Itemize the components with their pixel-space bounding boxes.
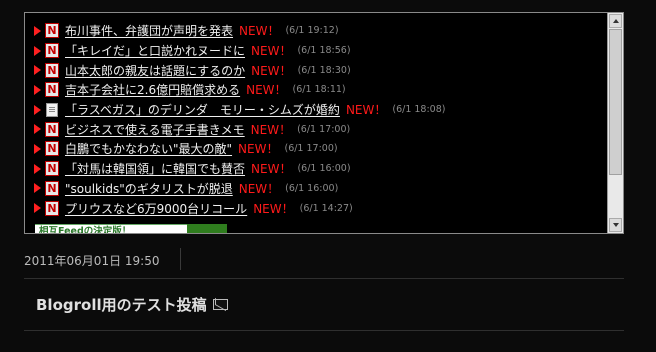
feed-item[interactable]: N 「対馬は韓国領」に韓国でも賛否 NEW！ (6/1 16:00): [34, 159, 603, 179]
feed-item-link[interactable]: "soulkids"のギタリストが脱退: [65, 180, 233, 197]
feed-item-link[interactable]: プリウスなど6万9000台リコール: [65, 200, 247, 217]
new-badge: NEW！: [238, 181, 280, 196]
n-icon: N: [45, 23, 59, 39]
bullet-arrow-icon: [34, 143, 41, 154]
feed-item[interactable]: N 布川事件、弁護団が声明を発表 NEW！ (6/1 19:12): [34, 21, 603, 41]
feed-list: N 布川事件、弁護団が声明を発表 NEW！ (6/1 19:12) N 「キレイだ」と口説…: [34, 21, 603, 218]
feed-item-timestamp: (6/1 18:11): [292, 84, 346, 96]
new-badge: NEW！: [251, 63, 292, 78]
divider: [24, 278, 624, 279]
feed-item[interactable]: N "soulkids"のギタリストが脱退 NEW！ (6/1 16:00): [34, 179, 603, 199]
feed-item[interactable]: 「ラスベガス」のデリンダ モリー・シムズが婚約 NEW！ (6/1 18:08): [34, 100, 603, 120]
scroll-thumb[interactable]: [609, 29, 622, 175]
n-icon: N: [45, 43, 59, 59]
feed-item-link[interactable]: 山本太郎の親友は話題にするのか: [65, 62, 245, 79]
feed-item-timestamp: (6/1 16:00): [285, 182, 339, 194]
mail-icon[interactable]: [212, 299, 228, 310]
bullet-arrow-icon: [34, 65, 41, 76]
feed-item-timestamp: (6/1 16:00): [297, 163, 351, 175]
new-badge: NEW！: [246, 83, 287, 98]
new-badge: NEW！: [253, 201, 294, 216]
feed-item-timestamp: (6/1 18:56): [297, 45, 351, 57]
feed-item[interactable]: N 吉本子会社に2.6億円賠償求める NEW！ (6/1 18:11): [34, 80, 603, 100]
n-icon: N: [45, 141, 59, 157]
feed-item-link[interactable]: ビジネスで使える電子手書きメモ: [65, 121, 245, 138]
feed-item-link[interactable]: 吉本子会社に2.6億円賠償求める: [65, 81, 240, 98]
bullet-arrow-icon: [34, 163, 41, 174]
feed-item-timestamp: (6/1 17:00): [284, 143, 338, 155]
feed-item[interactable]: N 白鵬でもかなわない"最大の敵" NEW！ (6/1 17:00): [34, 139, 603, 159]
n-icon: N: [45, 161, 59, 177]
feed-item-link[interactable]: 白鵬でもかなわない"最大の敵": [65, 140, 232, 157]
feed-item-timestamp: (6/1 19:12): [285, 25, 339, 37]
scroll-up-button[interactable]: [609, 14, 622, 28]
bullet-arrow-icon: [34, 124, 41, 135]
feed-item-timestamp: (6/1 14:27): [299, 202, 353, 214]
post-title-text[interactable]: Blogroll用のテスト投稿: [36, 294, 207, 315]
ad-banner-graphic[interactable]: [187, 224, 227, 233]
feed-item[interactable]: N プリウスなど6万9000台リコール NEW！ (6/1 14:27): [34, 198, 603, 218]
new-badge: NEW！: [239, 24, 280, 39]
divider: [180, 248, 181, 270]
document-icon: [46, 102, 58, 117]
bullet-arrow-icon: [34, 183, 41, 194]
feed-item[interactable]: N 「キレイだ」と口説かれヌードに NEW！ (6/1 18:56): [34, 41, 603, 61]
bullet-arrow-icon: [34, 45, 41, 56]
feed-frame: N 布川事件、弁護団が声明を発表 NEW！ (6/1 19:12) N 「キレイだ」と口説…: [24, 12, 624, 234]
feed-item-link[interactable]: 「対馬は韓国領」に韓国でも賛否: [65, 160, 245, 177]
n-icon: N: [45, 180, 59, 196]
feed-item-link[interactable]: 「ラスベガス」のデリンダ モリー・シムズが婚約: [65, 101, 340, 118]
feed-item-link[interactable]: 「キレイだ」と口説かれヌードに: [65, 42, 245, 59]
new-badge: NEW！: [238, 142, 279, 157]
divider: [24, 330, 624, 331]
n-icon: N: [45, 121, 59, 137]
bullet-arrow-icon: [34, 104, 41, 115]
n-icon: N: [45, 82, 59, 98]
feed-scrollbar[interactable]: [607, 13, 623, 233]
new-badge: NEW！: [251, 44, 292, 59]
post-date: 2011年06月01日 19:50: [24, 254, 160, 268]
n-icon: N: [45, 62, 59, 78]
bullet-arrow-icon: [34, 25, 41, 36]
feed-item-timestamp: (6/1 17:00): [297, 123, 351, 135]
bullet-arrow-icon: [34, 84, 41, 95]
post-title[interactable]: Blogroll用のテスト投稿: [36, 294, 228, 315]
feed-item-timestamp: (6/1 18:08): [392, 104, 446, 116]
feed-item-link[interactable]: 布川事件、弁護団が声明を発表: [65, 22, 233, 39]
feed-item[interactable]: N ビジネスで使える電子手書きメモ NEW！ (6/1 17:00): [34, 119, 603, 139]
feed-item[interactable]: N 山本太郎の親友は話題にするのか NEW！ (6/1 18:30): [34, 60, 603, 80]
bullet-arrow-icon: [34, 203, 41, 214]
new-badge: NEW！: [250, 122, 292, 137]
new-badge: NEW！: [251, 162, 292, 177]
scroll-down-button[interactable]: [609, 218, 622, 232]
new-badge: NEW！: [345, 103, 387, 118]
n-icon: N: [45, 200, 59, 216]
feed-item-timestamp: (6/1 18:30): [297, 64, 351, 76]
